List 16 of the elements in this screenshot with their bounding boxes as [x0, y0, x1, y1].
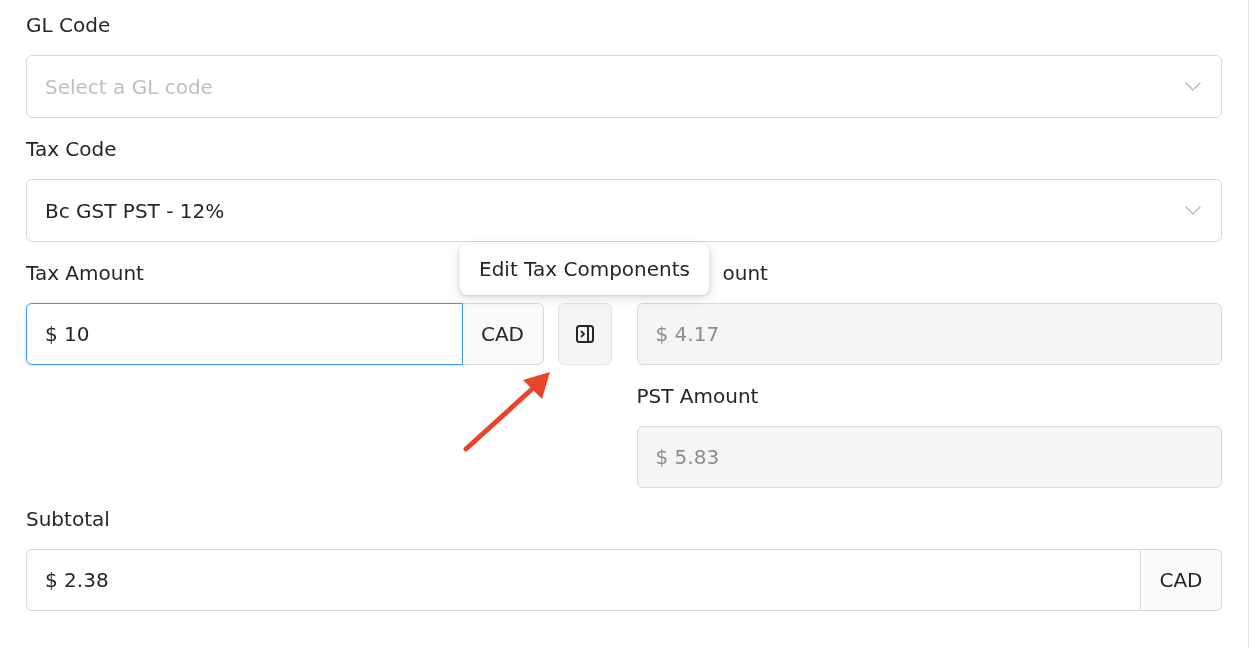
field-label: Subtotal — [26, 506, 110, 533]
chevron-down-icon — [1185, 82, 1201, 91]
chevron-down-icon — [1185, 206, 1201, 215]
edit-components-button[interactable] — [557, 303, 612, 365]
currency-addon: CAD — [1141, 549, 1222, 611]
panel-right-icon — [574, 324, 595, 344]
currency-addon: CAD — [462, 303, 544, 365]
field-label: PST Amount — [636, 383, 759, 410]
field-label: ount — [722, 260, 768, 287]
amount-input[interactable]: $ 2.38 — [26, 549, 1141, 611]
field-label: Tax Code — [26, 136, 117, 163]
field-label: Tax Amount — [26, 260, 144, 287]
select-field[interactable]: Bc GST PST - 12% — [26, 179, 1222, 242]
tooltip: Edit Tax Components — [459, 244, 710, 295]
field-label: GL Code — [26, 12, 111, 39]
amount-input[interactable]: $ 10 — [26, 303, 463, 365]
